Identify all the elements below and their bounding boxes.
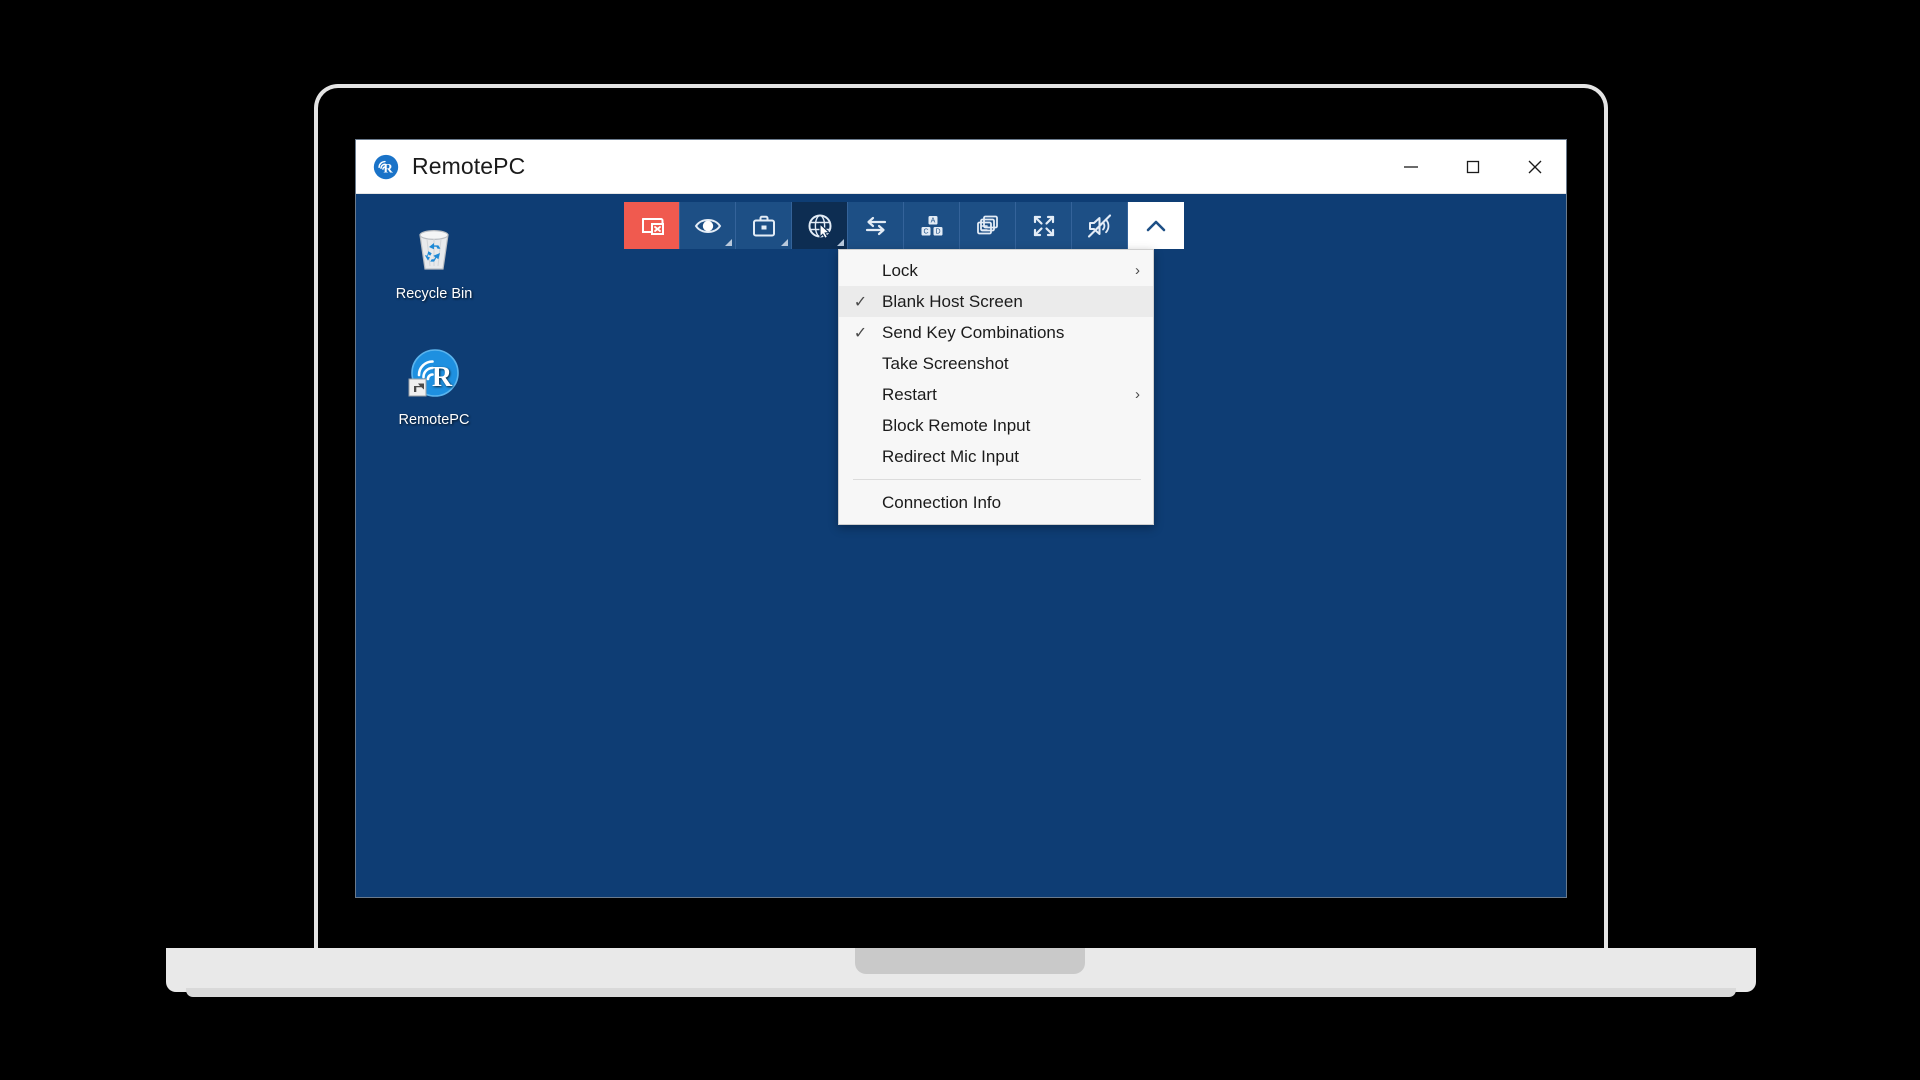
multi-monitor-icon (976, 215, 998, 234)
menu-item-label: Connection Info (882, 492, 1002, 512)
tools-context-menu: Lock › ✓ Blank Host Screen ✓ Send Key Co… (838, 249, 1154, 525)
menu-item-label: Redirect Mic Input (882, 446, 1019, 466)
menu-item-label: Restart (882, 384, 937, 404)
remote-desktop-area[interactable]: Recycle Bin R RemotePC A C D Lock › ✓ Bl… (356, 194, 1566, 897)
menu-item-restart[interactable]: Restart › (839, 379, 1153, 410)
menu-item-label: Lock (882, 260, 918, 280)
recycle-bin-icon (404, 220, 464, 280)
close-button[interactable] (1504, 140, 1566, 193)
chevron-right-icon: › (1135, 262, 1140, 279)
menu-item-label: Send Key Combinations (882, 322, 1065, 342)
minimize-icon (1404, 165, 1418, 168)
menu-item-label: Blank Host Screen (882, 291, 1023, 311)
fullscreen-button[interactable] (1016, 202, 1072, 249)
desktop-icon-recycle-bin[interactable]: Recycle Bin (372, 220, 496, 302)
disconnect-button[interactable] (624, 202, 680, 249)
tools-button[interactable] (792, 202, 848, 249)
menu-item-connection-info[interactable]: Connection Info (839, 487, 1153, 518)
window-title: RemotePC (412, 153, 526, 179)
collapse-toolbar-button[interactable] (1128, 202, 1184, 249)
laptop-trackpad-notch (855, 948, 1085, 974)
keyboard-blocks-button[interactable]: A C D (904, 202, 960, 249)
file-transfer-button[interactable] (736, 202, 792, 249)
dropdown-caret (781, 239, 788, 246)
svg-text:R: R (383, 160, 393, 175)
briefcase-icon (752, 215, 775, 236)
desktop-icon-remotepc[interactable]: R RemotePC (372, 346, 496, 428)
menu-item-send-key-combinations[interactable]: ✓ Send Key Combinations (839, 317, 1153, 348)
check-icon: ✓ (853, 293, 868, 311)
globe-cursor-icon (808, 214, 831, 239)
monitor-disconnect-icon (641, 217, 664, 235)
menu-item-lock[interactable]: Lock › (839, 255, 1153, 286)
minimize-button[interactable] (1380, 140, 1442, 193)
remotepc-shortcut-icon: R (404, 346, 464, 406)
switch-button[interactable] (848, 202, 904, 249)
svg-text:C: C (923, 228, 928, 235)
chevron-right-icon: › (1135, 386, 1140, 403)
dropdown-caret (837, 239, 844, 246)
remotepc-window: R RemotePC Recycle Bin R RemotePC A C D … (356, 140, 1566, 897)
maximize-button[interactable] (1442, 140, 1504, 193)
check-icon: ✓ (853, 324, 868, 342)
svg-text:A: A (930, 217, 935, 224)
desktop-icon-label: Recycle Bin (395, 286, 473, 302)
view-button[interactable] (680, 202, 736, 249)
menu-item-block-remote-input[interactable]: Block Remote Input (839, 410, 1153, 441)
mute-button[interactable] (1072, 202, 1128, 249)
menu-separator (853, 479, 1141, 480)
swap-arrows-icon (865, 216, 886, 235)
chevron-up-icon (1146, 220, 1166, 231)
menu-item-redirect-mic-input[interactable]: Redirect Mic Input (839, 441, 1153, 472)
laptop-base-lip (186, 988, 1736, 997)
menu-item-blank-host-screen[interactable]: ✓ Blank Host Screen (839, 286, 1153, 317)
dropdown-caret (725, 239, 732, 246)
window-controls (1380, 140, 1566, 193)
speaker-muted-icon (1087, 213, 1111, 238)
keyboard-blocks-icon: A C D (921, 215, 942, 235)
menu-item-take-screenshot[interactable]: Take Screenshot (839, 348, 1153, 379)
remote-session-toolbar: A C D (624, 202, 1184, 249)
close-icon (1528, 160, 1542, 173)
multi-monitor-button[interactable] (960, 202, 1016, 249)
window-titlebar: R RemotePC (356, 140, 1566, 194)
menu-item-label: Block Remote Input (882, 415, 1031, 435)
desktop-icon-label: RemotePC (398, 412, 470, 428)
maximize-icon (1466, 160, 1480, 173)
eye-icon (694, 218, 721, 233)
screenshot-root: R RemotePC Recycle Bin R RemotePC A C D … (0, 0, 1920, 1080)
menu-item-label: Take Screenshot (882, 353, 1009, 373)
svg-text:R: R (432, 362, 453, 393)
fullscreen-icon (1033, 215, 1054, 236)
remotepc-logo-icon: R (373, 154, 399, 179)
svg-text:D: D (935, 228, 940, 235)
